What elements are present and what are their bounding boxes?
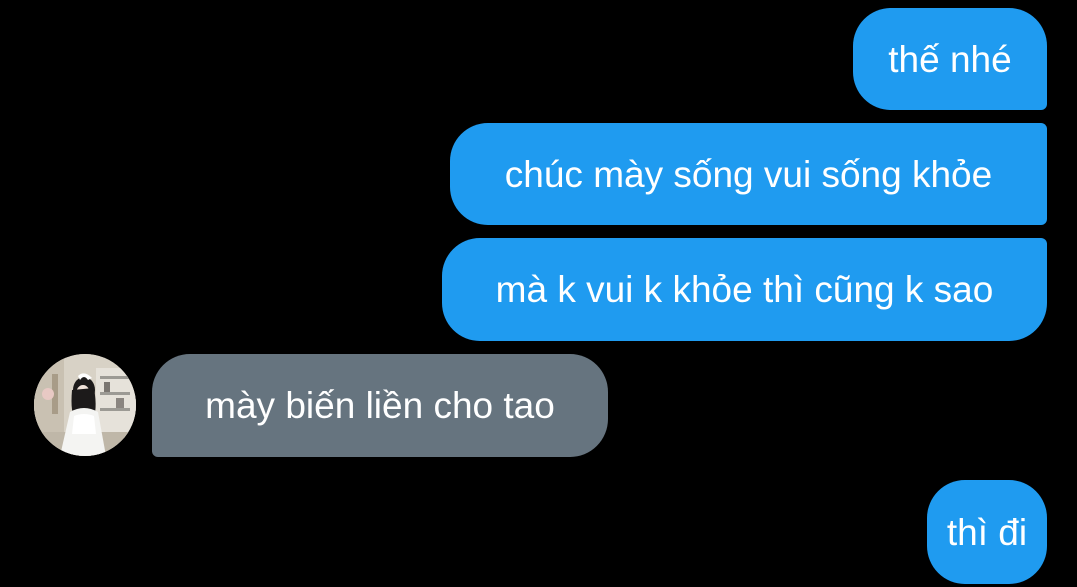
outgoing-message-bubble[interactable]: thì đi: [927, 480, 1047, 584]
outgoing-message-bubble[interactable]: mà k vui k khỏe thì cũng k sao: [442, 238, 1047, 341]
contact-avatar[interactable]: [34, 354, 136, 456]
avatar-photo-icon: [34, 354, 136, 456]
message-text: mà k vui k khỏe thì cũng k sao: [495, 269, 994, 310]
message-text: thế nhé: [888, 38, 1012, 80]
outgoing-message-bubble[interactable]: chúc mày sống vui sống khỏe: [450, 123, 1047, 225]
outgoing-message-bubble[interactable]: thế nhé: [853, 8, 1047, 110]
message-text: chúc mày sống vui sống khỏe: [504, 153, 993, 195]
incoming-message-bubble[interactable]: mày biến liền cho tao: [152, 354, 608, 457]
chat-thread: thế nhé chúc mày sống vui sống khỏe mà k…: [0, 0, 1077, 587]
message-text: mày biến liền cho tao: [205, 385, 555, 426]
message-text: thì đi: [946, 511, 1028, 553]
